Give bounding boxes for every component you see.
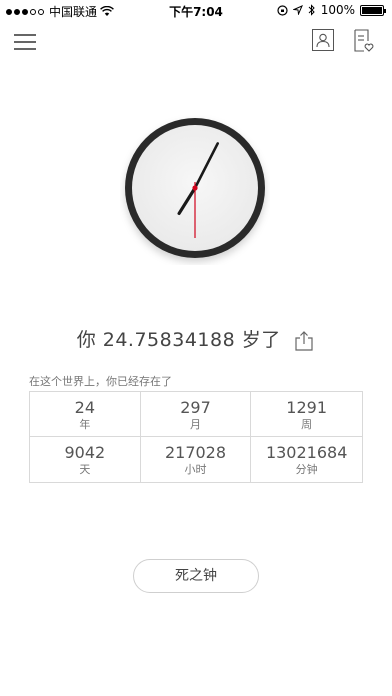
stat-value: 1291 (286, 398, 328, 417)
age-prefix: 你 (76, 329, 97, 351)
stat-value: 217028 (164, 443, 227, 462)
stat-value: 9042 (64, 443, 106, 462)
age-suffix: 岁了 (241, 329, 281, 351)
stats-grid: 24 年 297 月 1291 周 9042 天 217028 小时 13021… (29, 391, 363, 483)
list-heart-icon (354, 29, 374, 52)
analog-clock (120, 115, 270, 265)
person-icon (316, 33, 330, 48)
age-line: 你 24.75834188 岁了 (0, 325, 392, 352)
top-bar (0, 24, 392, 60)
hamburger-icon (14, 34, 36, 36)
stat-minutes: 13021684 分钟 (251, 437, 362, 482)
share-icon[interactable] (293, 330, 315, 352)
favorites-list-button[interactable] (353, 29, 375, 53)
battery-icon (360, 4, 386, 16)
status-bar: 中国联通 下午7:04 100% (0, 0, 392, 20)
clock-center-cap (192, 185, 198, 191)
existence-subtitle: 在这个世界上，你已经存在了 (29, 375, 172, 388)
stat-unit: 周 (301, 418, 313, 431)
stat-value: 297 (180, 398, 211, 417)
battery-label: 100% (320, 3, 355, 17)
bluetooth-icon (308, 4, 315, 16)
status-right: 100% (277, 3, 386, 17)
stat-years: 24 年 (30, 392, 141, 437)
stat-months: 297 月 (140, 392, 252, 437)
clock-face (125, 118, 265, 258)
death-clock-button[interactable]: 死之钟 (133, 559, 259, 593)
stat-unit: 月 (189, 418, 201, 431)
stat-unit: 小时 (184, 463, 207, 476)
stat-weeks: 1291 周 (251, 392, 362, 437)
stat-hours: 217028 小时 (141, 437, 252, 482)
stat-unit: 天 (79, 463, 91, 476)
rotation-lock-icon (277, 4, 288, 16)
location-icon (292, 5, 303, 15)
stat-unit: 分钟 (295, 463, 318, 476)
stat-value: 13021684 (265, 443, 348, 462)
profile-button[interactable] (312, 29, 334, 51)
stat-value: 24 (74, 398, 95, 417)
stat-days: 9042 天 (30, 437, 141, 482)
age-value: 24.75834188 (102, 329, 236, 351)
stat-unit: 年 (79, 418, 91, 431)
menu-button[interactable] (14, 32, 38, 50)
